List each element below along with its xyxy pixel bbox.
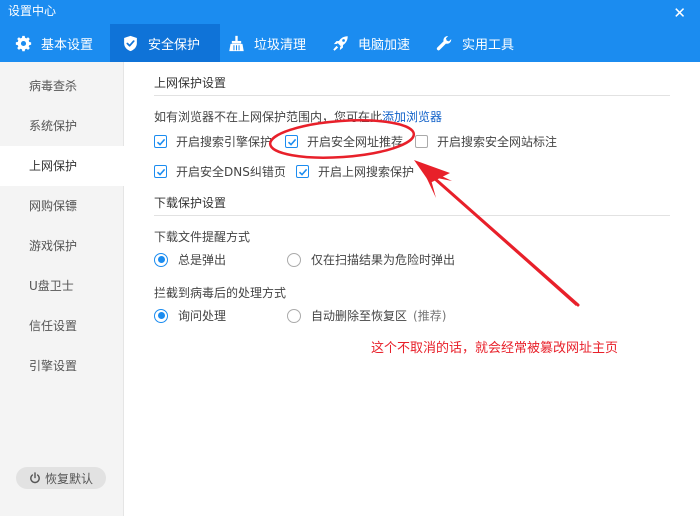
virus-handling-label: 拦截到病毒后的处理方式 — [154, 286, 287, 300]
checkbox-label: 开启搜索引擎保护 — [176, 135, 273, 149]
checkbox-checked-icon — [154, 165, 167, 178]
tab-junk-cleanup[interactable]: 垃圾清理 — [220, 24, 322, 62]
annotation-text: 这个不取消的话，就会经常被篡改网址主页 — [371, 341, 619, 356]
wrench-icon — [436, 35, 452, 50]
shield-icon — [124, 35, 137, 51]
hint-text: 如有浏览器不在上网保护范围内，您可在此 — [154, 110, 383, 124]
tab-utilities[interactable]: 实用工具 — [424, 24, 534, 62]
window-title: 设置中心 — [8, 4, 57, 18]
tab-security-protection[interactable]: 安全保护 — [110, 24, 220, 62]
tab-label: 实用工具 — [462, 37, 515, 53]
restore-defaults-label: 恢复默认 — [44, 471, 93, 486]
checkbox-label: 开启上网搜索保护 — [318, 165, 415, 179]
sidebar-item-system-protection[interactable]: 系统保护 — [0, 106, 124, 146]
safe-dns-error-page-checkbox[interactable]: 开启安全DNS纠错页 — [154, 163, 286, 180]
radio-unselected-icon — [287, 308, 301, 323]
radio-label: 总是弹出 — [178, 253, 227, 267]
checkbox-checked-icon — [296, 165, 309, 178]
add-browser-link[interactable]: 添加浏览器 — [382, 110, 442, 124]
ask-handling-radio[interactable]: 询问处理 — [154, 307, 226, 324]
checkbox-checked-icon — [154, 135, 167, 148]
sidebar-item-virus-scan[interactable]: 病毒查杀 — [0, 66, 124, 106]
web-protection-section-title: 上网保护设置 — [154, 74, 670, 96]
checkbox-unchecked-icon — [415, 135, 428, 148]
sidebar-item-game-protection[interactable]: 游戏保护 — [0, 226, 124, 266]
broom-icon — [229, 35, 244, 51]
web-search-protection-checkbox[interactable]: 开启上网搜索保护 — [296, 163, 414, 180]
popup-on-danger-only-radio[interactable]: 仅在扫描结果为危险时弹出 — [287, 251, 455, 268]
radio-selected-icon — [154, 252, 168, 267]
sidebar-item-usb-guard[interactable]: U盘卫士 — [0, 266, 124, 306]
sidebar: 病毒查杀 系统保护 上网保护 网购保镖 游戏保护 U盘卫士 信任设置 引擎设置 … — [0, 62, 125, 516]
sidebar-item-trust-settings[interactable]: 信任设置 — [0, 306, 124, 346]
sidebar-item-engine-settings[interactable]: 引擎设置 — [0, 346, 124, 386]
always-popup-radio[interactable]: 总是弹出 — [154, 251, 226, 268]
search-engine-protection-checkbox[interactable]: 开启搜索引擎保护 — [154, 133, 272, 150]
tab-label: 基本设置 — [41, 37, 94, 53]
radio-label: 询问处理 — [178, 309, 227, 323]
restore-defaults-button[interactable]: 恢复默认 — [16, 467, 106, 489]
checkbox-checked-icon — [285, 135, 298, 148]
radio-label: 仅在扫描结果为危险时弹出 — [311, 253, 456, 267]
recommended-tag: (推荐) — [413, 309, 447, 323]
close-button[interactable]: ✕ — [673, 4, 686, 22]
title-bar: 设置中心 ✕ 基本设置 安全保护 垃圾清理 电脑加速 实用工具 — [0, 0, 700, 62]
tab-label: 电脑加速 — [358, 37, 411, 53]
add-browser-hint: 如有浏览器不在上网保护范围内，您可在此添加浏览器 — [154, 108, 442, 125]
gear-icon — [15, 35, 32, 51]
sidebar-item-shopping-guard[interactable]: 网购保镖 — [0, 186, 124, 226]
auto-delete-to-quarantine-radio[interactable]: 自动删除至恢复区 (推荐) — [287, 307, 446, 324]
download-reminder-label: 下载文件提醒方式 — [154, 230, 251, 244]
tab-basic-settings[interactable]: 基本设置 — [0, 24, 110, 62]
download-protection-section-title: 下载保护设置 — [154, 194, 670, 216]
sidebar-item-web-protection[interactable]: 上网保护 — [0, 146, 125, 186]
main-tabs: 基本设置 安全保护 垃圾清理 电脑加速 实用工具 — [0, 24, 700, 62]
power-icon — [30, 472, 40, 484]
rocket-icon — [333, 35, 348, 51]
tab-label: 垃圾清理 — [254, 37, 307, 53]
safe-site-marking-checkbox[interactable]: 开启搜索安全网站标注 — [415, 133, 557, 150]
safe-url-recommendation-checkbox[interactable]: 开启安全网址推荐 — [285, 133, 403, 150]
checkbox-label: 开启安全DNS纠错页 — [176, 165, 286, 179]
tab-pc-speedup[interactable]: 电脑加速 — [322, 24, 424, 62]
settings-panel: 上网保护设置 如有浏览器不在上网保护范围内，您可在此添加浏览器 开启搜索引擎保护… — [124, 62, 700, 516]
radio-selected-icon — [154, 308, 168, 323]
checkbox-label: 开启安全网址推荐 — [307, 135, 404, 149]
radio-label: 自动删除至恢复区 — [311, 309, 408, 323]
checkbox-label: 开启搜索安全网站标注 — [437, 135, 558, 149]
radio-unselected-icon — [287, 252, 301, 267]
tab-label: 安全保护 — [148, 37, 201, 53]
